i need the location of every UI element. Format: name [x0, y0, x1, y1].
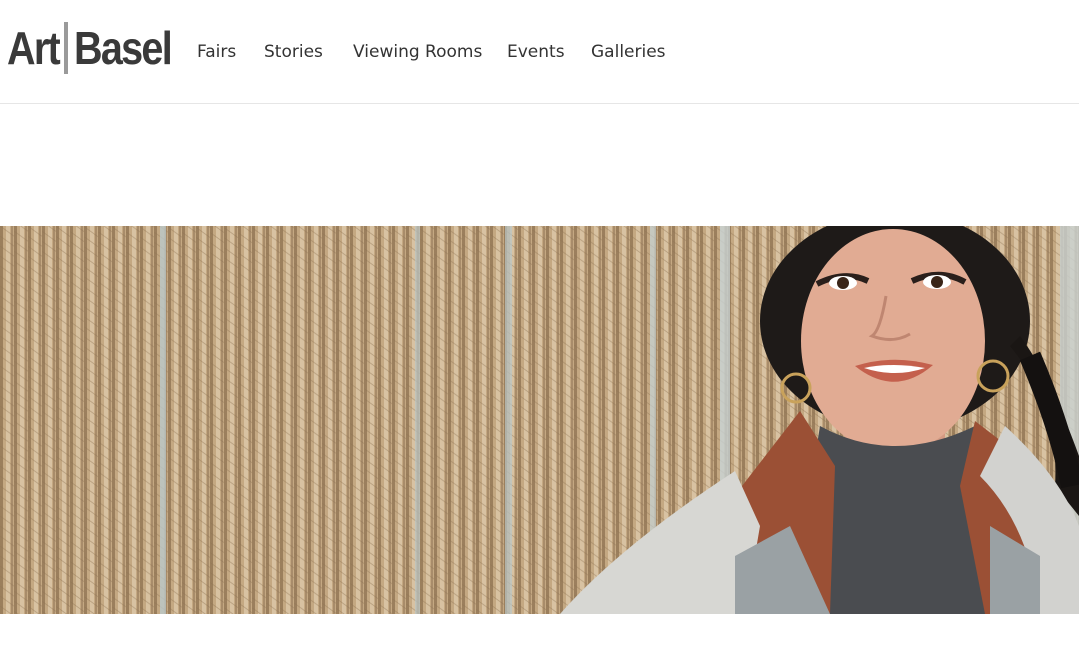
nav-item-stories[interactable]: Stories	[264, 38, 323, 66]
nav-item-viewing-rooms[interactable]: Viewing Rooms	[353, 38, 482, 66]
logo-basel-text: Basel	[74, 22, 173, 74]
nav-item-fairs[interactable]: Fairs	[197, 38, 236, 66]
nav-item-galleries[interactable]: Galleries	[591, 38, 666, 66]
hero-image	[0, 226, 1079, 614]
hero-photo-illustration	[0, 226, 1079, 614]
logo-divider	[64, 22, 68, 74]
nav-item-events[interactable]: Events	[507, 38, 565, 66]
art-basel-logo[interactable]: Art Basel	[7, 22, 174, 74]
site-header: Art Basel Fairs Stories Viewing Rooms Ev…	[0, 0, 1079, 104]
logo-art-text: Art	[7, 22, 61, 74]
